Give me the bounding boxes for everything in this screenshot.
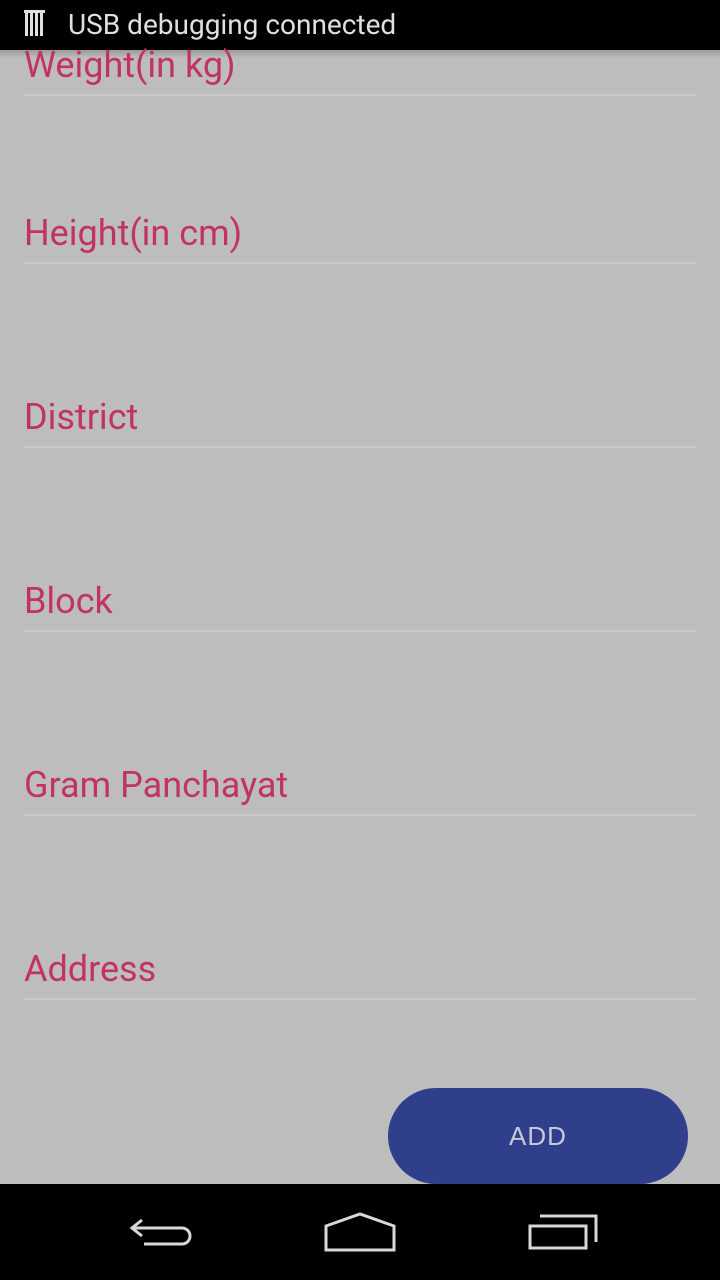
height-field[interactable]: Height(in cm) (24, 210, 696, 270)
usb-debug-icon (24, 10, 45, 36)
weight-field-underline (24, 94, 696, 96)
block-field-underline (24, 630, 696, 632)
gram-panchayat-field-underline (24, 814, 696, 816)
gram-panchayat-field[interactable]: Gram Panchayat (24, 762, 696, 822)
height-field-label: Height(in cm) (24, 212, 243, 254)
back-button[interactable] (120, 1204, 200, 1260)
block-field-label: Block (24, 580, 113, 622)
status-text: USB debugging connected (68, 8, 397, 41)
height-field-underline (24, 262, 696, 264)
weight-field[interactable]: Weight(in kg) (24, 44, 696, 100)
patient-form: Weight(in kg) Height(in cm) District Blo… (0, 44, 720, 1184)
weight-field-label: Weight(in kg) (24, 44, 236, 86)
block-field[interactable]: Block (24, 578, 696, 638)
district-field-underline (24, 446, 696, 448)
home-icon (324, 1212, 396, 1252)
home-button[interactable] (320, 1204, 400, 1260)
recent-apps-icon (528, 1214, 598, 1250)
gram-panchayat-field-label: Gram Panchayat (24, 764, 289, 806)
address-field-underline (24, 998, 696, 1000)
add-button[interactable]: ADD (388, 1088, 688, 1184)
recent-apps-button[interactable] (522, 1204, 602, 1260)
address-field[interactable]: Address (24, 946, 696, 1006)
navigation-bar (0, 1184, 720, 1280)
back-icon (129, 1218, 192, 1246)
status-bar: USB debugging connected (0, 0, 720, 50)
address-field-label: Address (24, 948, 157, 990)
district-field-label: District (24, 396, 139, 438)
district-field[interactable]: District (24, 394, 696, 454)
